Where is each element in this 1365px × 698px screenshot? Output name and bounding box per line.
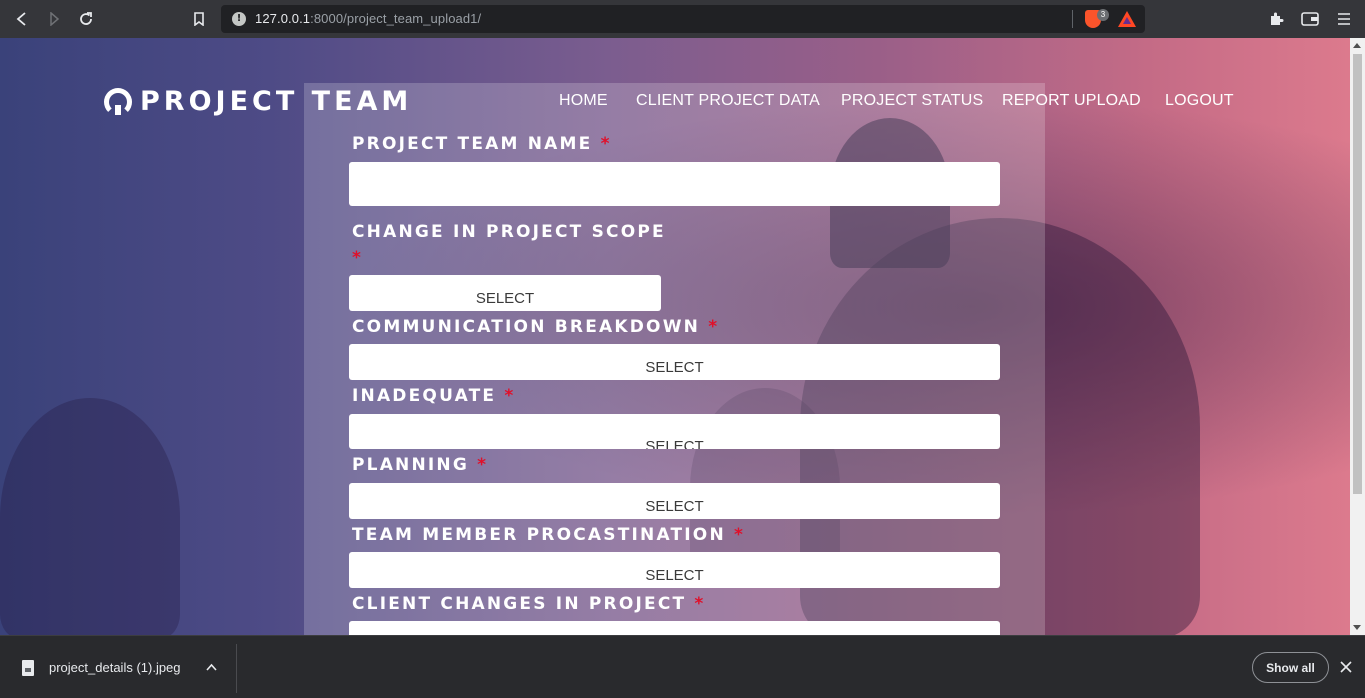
field-label-project-team-name: PROJECT TEAM NAME * [352,134,612,154]
wallet-icon[interactable] [1300,9,1320,29]
omnibox-divider [1072,10,1073,28]
communication-breakdown-select[interactable]: SELECT [349,344,1000,380]
show-all-button[interactable]: Show all [1252,652,1329,683]
nav-report-upload[interactable]: REPORT UPLOAD [1002,92,1141,110]
field-label-client-changes-in-project: CLIENT CHANGES IN PROJECT * [352,594,706,614]
required-mark: * [708,317,720,337]
brave-rewards-icon[interactable] [1118,11,1136,27]
scroll-up-arrow-icon[interactable] [1353,43,1361,48]
planning-select[interactable]: SELECT [349,483,1000,519]
client-changes-in-project-select[interactable] [349,621,1000,635]
puzzle-icon[interactable] [1266,9,1286,29]
back-arrow-icon[interactable] [11,8,33,30]
required-mark: * [600,134,612,154]
downloads-divider [236,644,237,693]
team-member-procastination-select[interactable]: SELECT [349,552,1000,588]
bookmark-icon[interactable] [188,8,210,30]
url-text: 127.0.0.1:8000/project_team_upload1/ [255,11,482,26]
nav-logout[interactable]: LOGOUT [1165,92,1234,110]
field-label-inadequate: INADEQUATE * [352,386,516,406]
hamburger-menu-icon[interactable] [1334,9,1354,29]
forward-arrow-icon[interactable] [43,8,65,30]
nav-home[interactable]: HOME [559,92,608,110]
required-mark: * [734,525,746,545]
inadequate-select[interactable]: SELECT [349,414,1000,449]
change-in-project-scope-select[interactable]: SELECT [349,275,661,311]
headset-logo-icon [104,87,132,116]
scrollbar-thumb[interactable] [1353,54,1362,494]
field-label-communication-breakdown: COMMUNICATION BREAKDOWN * [352,317,720,337]
page-viewport: PROJECT TEAM HOME CLIENT PROJECT DATA PR… [0,38,1350,635]
scroll-down-arrow-icon[interactable] [1353,625,1361,630]
background-photo-figure [0,398,180,635]
nav-client-project-data[interactable]: CLIENT PROJECT DATA [636,92,820,110]
reload-icon[interactable] [75,8,97,30]
required-mark: * [694,594,706,614]
file-icon [22,660,34,676]
downloads-bar: project_details (1).jpeg Show all [0,635,1365,698]
required-mark: * [352,248,364,268]
shield-count-badge: 3 [1097,9,1109,21]
field-label-change-in-project-scope: CHANGE IN PROJECT SCOPE [352,222,666,242]
browser-toolbar: ! 127.0.0.1:8000/project_team_upload1/ 3 [0,0,1365,38]
field-label-planning: PLANNING * [352,455,489,475]
site-info-icon[interactable]: ! [232,12,246,26]
download-file-name[interactable]: project_details (1).jpeg [49,660,181,675]
chevron-up-icon[interactable] [206,660,217,675]
nav-project-status[interactable]: PROJECT STATUS [841,92,983,110]
required-mark: * [477,455,489,475]
project-team-name-input[interactable] [349,162,1000,206]
close-icon[interactable] [1340,658,1352,677]
site-logo[interactable]: PROJECT TEAM [104,86,412,117]
required-mark: * [504,386,516,406]
field-label-team-member-procastination: TEAM MEMBER PROCASTINATION * [352,525,746,545]
page-scrollbar[interactable] [1350,38,1365,635]
address-bar[interactable]: ! 127.0.0.1:8000/project_team_upload1/ 3 [221,5,1145,33]
